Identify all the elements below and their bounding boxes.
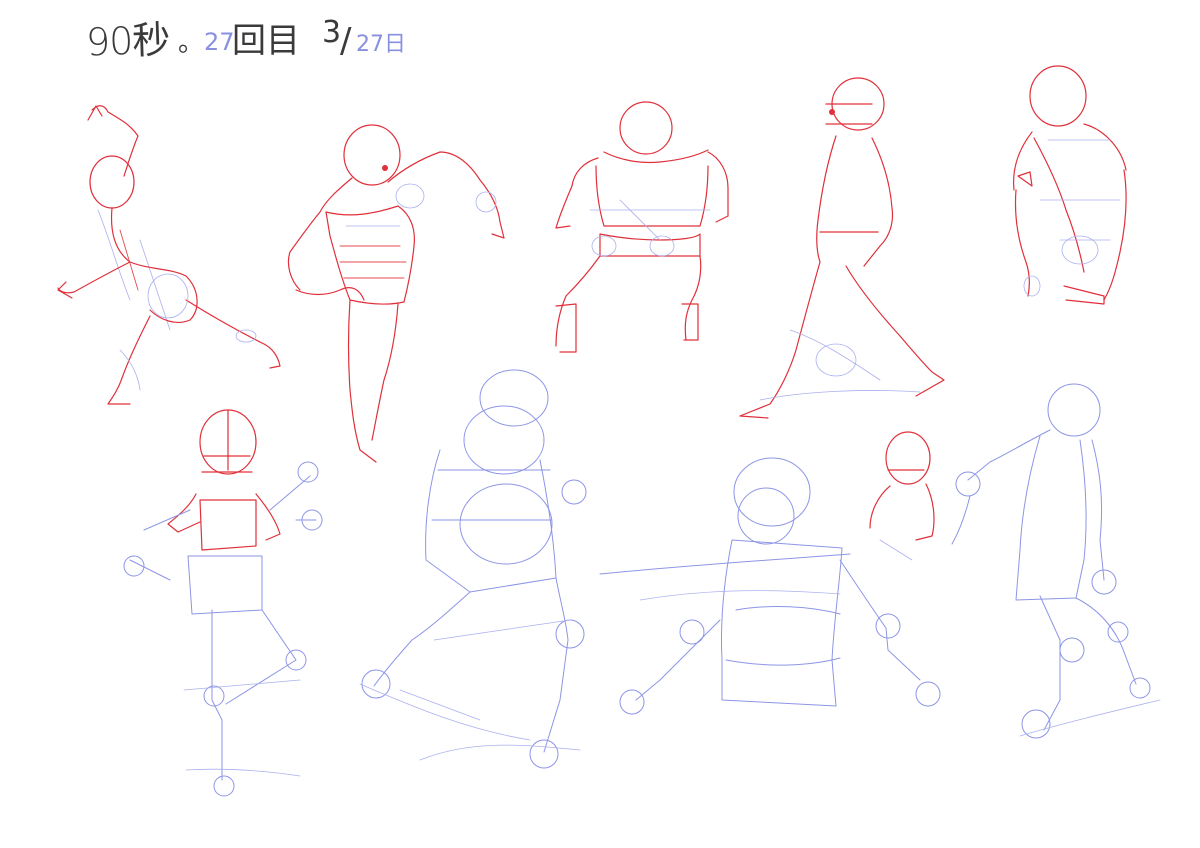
figure-9-sketch	[869, 431, 935, 561]
figure-2-sketch	[287, 124, 505, 463]
figure-3-sketch	[555, 101, 729, 353]
figure-6-sketch	[123, 409, 323, 797]
figure-1-sketch	[57, 105, 281, 405]
figure-4-sketch	[739, 77, 945, 419]
sketch-sheet: 90秒 。 27 回目 3 / 27日	[0, 0, 1200, 848]
figure-10-sketch	[951, 383, 1161, 739]
gesture-drawings	[57, 65, 1161, 797]
figure-7-sketch	[359, 369, 587, 769]
figure-8-sketch	[599, 457, 941, 715]
figure-5-sketch	[1013, 65, 1127, 305]
